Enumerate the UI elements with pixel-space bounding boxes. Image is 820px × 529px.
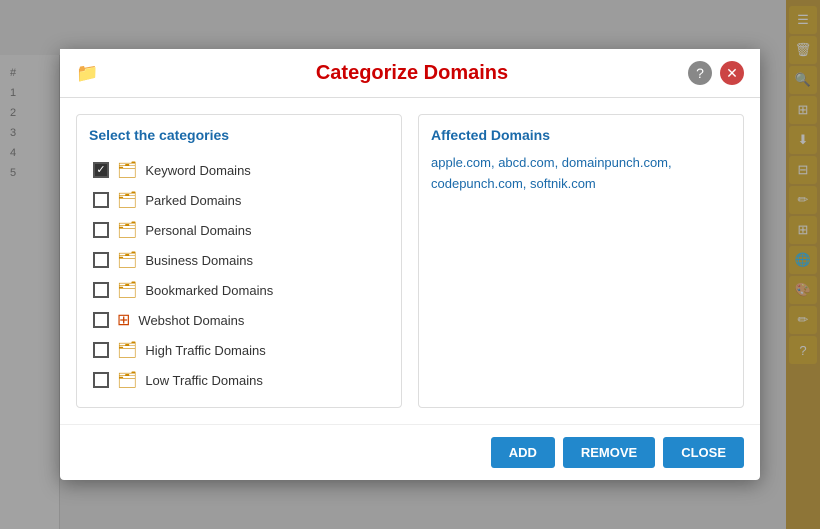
category-parked-domains[interactable]: 🗂 Parked Domains — [89, 185, 389, 215]
folder-icon-bookmarked: 🗂 — [117, 280, 137, 300]
category-webshot-domains[interactable]: ⊞ Webshot Domains — [89, 305, 389, 335]
category-checkbox-low-traffic[interactable] — [93, 372, 109, 388]
category-low-traffic-domains[interactable]: 🗂 Low Traffic Domains — [89, 365, 389, 395]
category-checkbox-high-traffic[interactable] — [93, 342, 109, 358]
modal-close-x-button[interactable]: ✕ — [720, 61, 744, 85]
category-checkbox-personal[interactable] — [93, 222, 109, 238]
categorize-modal: 📁 Categorize Domains ? ✕ Select the cate… — [60, 49, 760, 480]
modal-overlay: 📁 Categorize Domains ? ✕ Select the cate… — [0, 0, 820, 529]
category-label-personal: Personal Domains — [145, 223, 251, 238]
add-button[interactable]: ADD — [491, 437, 555, 468]
category-bookmarked-domains[interactable]: 🗂 Bookmarked Domains — [89, 275, 389, 305]
modal-header-folder-icon: 📁 — [76, 63, 98, 84]
category-label-business: Business Domains — [145, 253, 253, 268]
category-label-webshot: Webshot Domains — [138, 313, 244, 328]
modal-footer: ADD REMOVE CLOSE — [60, 424, 760, 480]
modal-header: 📁 Categorize Domains ? ✕ — [60, 49, 760, 98]
categories-panel-title: Select the categories — [89, 127, 389, 143]
folder-icon-low-traffic: 🗂 — [117, 370, 137, 390]
category-checkbox-webshot[interactable] — [93, 312, 109, 328]
folder-icon-personal: 🗂 — [117, 220, 137, 240]
category-high-traffic-domains[interactable]: 🗂 High Traffic Domains — [89, 335, 389, 365]
category-checkbox-parked[interactable] — [93, 192, 109, 208]
modal-help-button[interactable]: ? — [688, 61, 712, 85]
affected-domains-list: apple.com, abcd.com, domainpunch.com, co… — [431, 153, 731, 195]
modal-body: Select the categories 🗂 Keyword Domains … — [60, 98, 760, 424]
close-button[interactable]: CLOSE — [663, 437, 744, 468]
remove-button[interactable]: REMOVE — [563, 437, 655, 468]
grid-icon-webshot: ⊞ — [117, 310, 130, 330]
affected-panel-title: Affected Domains — [431, 127, 731, 143]
category-checkbox-keyword[interactable] — [93, 162, 109, 178]
folder-icon-business: 🗂 — [117, 250, 137, 270]
modal-title: Categorize Domains — [136, 62, 688, 85]
categories-panel: Select the categories 🗂 Keyword Domains … — [76, 114, 402, 408]
folder-icon-parked: 🗂 — [117, 190, 137, 210]
category-label-low-traffic: Low Traffic Domains — [145, 373, 263, 388]
category-keyword-domains[interactable]: 🗂 Keyword Domains — [89, 155, 389, 185]
modal-header-controls: ? ✕ — [688, 61, 744, 85]
category-checkbox-bookmarked[interactable] — [93, 282, 109, 298]
category-checkbox-business[interactable] — [93, 252, 109, 268]
category-label-parked: Parked Domains — [145, 193, 241, 208]
category-label-keyword: Keyword Domains — [145, 163, 251, 178]
category-business-domains[interactable]: 🗂 Business Domains — [89, 245, 389, 275]
affected-panel: Affected Domains apple.com, abcd.com, do… — [418, 114, 744, 408]
category-label-high-traffic: High Traffic Domains — [145, 343, 265, 358]
folder-icon-high-traffic: 🗂 — [117, 340, 137, 360]
category-personal-domains[interactable]: 🗂 Personal Domains — [89, 215, 389, 245]
category-label-bookmarked: Bookmarked Domains — [145, 283, 273, 298]
folder-icon-keyword: 🗂 — [117, 160, 137, 180]
